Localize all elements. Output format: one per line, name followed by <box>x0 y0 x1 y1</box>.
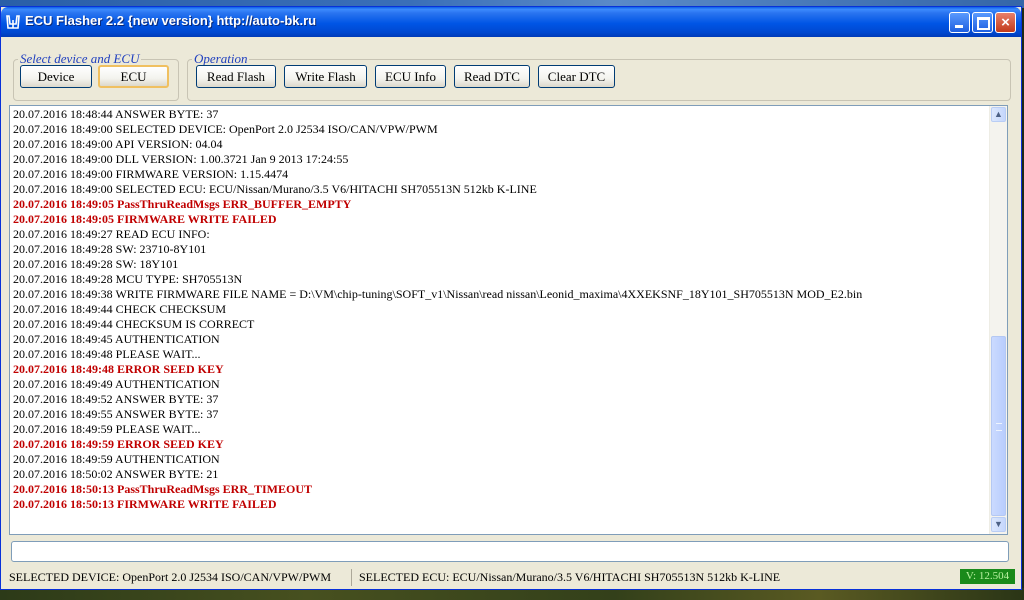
log-line-error: 20.07.2016 18:49:05 PassThruReadMsgs ERR… <box>13 197 352 211</box>
log-scrollbar[interactable]: ▲ ▼ <box>989 106 1007 534</box>
log-textbox[interactable]: 20.07.2016 18:48:44 ANSWER BYTE: 37 20.07… <box>9 105 1008 535</box>
clear-dtc-button[interactable]: Clear DTC <box>538 65 615 88</box>
scroll-down-button[interactable]: ▼ <box>991 517 1006 532</box>
log-line: 20.07.2016 18:49:38 WRITE FIRMWARE FILE … <box>13 287 863 301</box>
close-icon: × <box>1001 14 1010 31</box>
log-line: 20.07.2016 18:49:59 PLEASE WAIT... <box>13 422 201 436</box>
command-input[interactable] <box>11 541 1009 562</box>
log-line-error: 20.07.2016 18:50:13 PassThruReadMsgs ERR… <box>13 482 313 496</box>
log-line: 20.07.2016 18:49:44 CHECK CHECKSUM <box>13 302 227 316</box>
log-line: 20.07.2016 18:49:00 DLL VERSION: 1.00.37… <box>13 152 349 166</box>
close-button[interactable]: × <box>995 12 1016 33</box>
maximize-button[interactable] <box>972 12 993 33</box>
window-title: ECU Flasher 2.2 {new version} http://aut… <box>25 13 317 28</box>
status-bar: SELECTED DEVICE: OpenPort 2.0 J2534 ISO/… <box>3 569 1019 587</box>
log-lines: 20.07.2016 18:48:44 ANSWER BYTE: 37 20.07… <box>13 107 989 512</box>
title-bar[interactable]: ECU Flasher 2.2 {new version} http://aut… <box>1 7 1021 37</box>
log-line: 20.07.2016 18:49:00 API VERSION: 04.04 <box>13 137 223 151</box>
log-line: 20.07.2016 18:50:02 ANSWER BYTE: 21 <box>13 467 219 481</box>
log-line-error: 20.07.2016 18:50:13 FIRMWARE WRITE FAILE… <box>13 497 277 511</box>
status-selected-device: SELECTED DEVICE: OpenPort 2.0 J2534 ISO/… <box>9 569 352 586</box>
ecu-info-button[interactable]: ECU Info <box>375 65 446 88</box>
ecu-button[interactable]: ECU <box>98 65 169 88</box>
honda-logo-icon <box>5 14 21 30</box>
log-line: 20.07.2016 18:49:44 CHECKSUM IS CORRECT <box>13 317 255 331</box>
version-badge: V: 12.504 <box>960 569 1015 584</box>
log-line: 20.07.2016 18:49:59 AUTHENTICATION <box>13 452 220 466</box>
log-line-error: 20.07.2016 18:49:48 ERROR SEED KEY <box>13 362 224 376</box>
scroll-up-button[interactable]: ▲ <box>991 107 1006 122</box>
log-line: 20.07.2016 18:49:48 PLEASE WAIT... <box>13 347 201 361</box>
log-line: 20.07.2016 18:49:00 SELECTED ECU: ECU/Ni… <box>13 182 537 196</box>
log-line: 20.07.2016 18:49:45 AUTHENTICATION <box>13 332 220 346</box>
log-line: 20.07.2016 18:49:52 ANSWER BYTE: 37 <box>13 392 219 406</box>
status-selected-ecu: SELECTED ECU: ECU/Nissan/Murano/3.5 V6/H… <box>359 570 781 584</box>
log-line: 20.07.2016 18:48:44 ANSWER BYTE: 37 <box>13 107 219 121</box>
log-line: 20.07.2016 18:49:00 FIRMWARE VERSION: 1.… <box>13 167 289 181</box>
log-line: 20.07.2016 18:49:28 MCU TYPE: SH705513N <box>13 272 243 286</box>
scroll-thumb[interactable] <box>991 336 1006 516</box>
device-button[interactable]: Device <box>20 65 92 88</box>
grip-icon <box>996 423 1002 431</box>
log-line-error: 20.07.2016 18:49:05 FIRMWARE WRITE FAILE… <box>13 212 277 226</box>
read-flash-button[interactable]: Read Flash <box>196 65 276 88</box>
log-line-error: 20.07.2016 18:49:59 ERROR SEED KEY <box>13 437 224 451</box>
log-line: 20.07.2016 18:49:00 SELECTED DEVICE: Ope… <box>13 122 438 136</box>
log-line: 20.07.2016 18:49:28 SW: 18Y101 <box>13 257 179 271</box>
write-flash-button[interactable]: Write Flash <box>284 65 367 88</box>
read-dtc-button[interactable]: Read DTC <box>454 65 530 88</box>
log-line: 20.07.2016 18:49:27 READ ECU INFO: <box>13 227 210 241</box>
log-line: 20.07.2016 18:49:28 SW: 23710-8Y101 <box>13 242 207 256</box>
chevron-down-icon: ▼ <box>994 519 1003 529</box>
log-line: 20.07.2016 18:49:49 AUTHENTICATION <box>13 377 220 391</box>
minimize-button[interactable] <box>949 12 970 33</box>
chevron-up-icon: ▲ <box>994 109 1003 119</box>
app-window: ECU Flasher 2.2 {new version} http://aut… <box>0 6 1022 590</box>
log-line: 20.07.2016 18:49:55 ANSWER BYTE: 37 <box>13 407 219 421</box>
